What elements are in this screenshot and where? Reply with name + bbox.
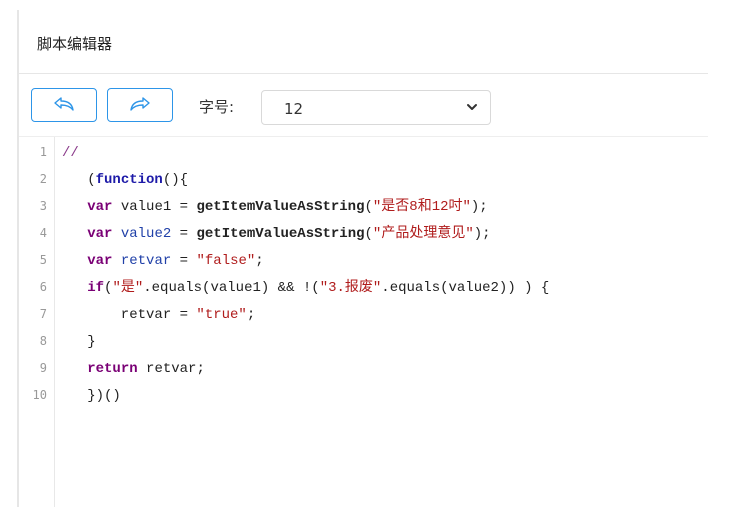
code-token: .equals(value1) && !( [143, 280, 320, 296]
line-number: 10 [32, 388, 47, 402]
keyword-token: var [87, 226, 113, 242]
string-token: "是" [112, 280, 144, 296]
undo-button[interactable] [31, 88, 97, 122]
code-token: = [171, 226, 197, 242]
code-line: return retvar; [62, 356, 205, 383]
redo-icon [130, 97, 150, 111]
code-token: ); [470, 199, 488, 215]
undo-icon [54, 97, 74, 111]
code-token: value1 = [112, 199, 197, 215]
title-bar: 脚本编辑器 [19, 0, 708, 74]
script-editor-panel: 脚本编辑器 字号: 12 1 2 3 4 5 6 7 8 9 10 // (fu… [19, 0, 708, 519]
code-line: var value1 = getItemValueAsString("是否8和1… [62, 194, 488, 221]
code-token: .equals(value2)) ) { [381, 280, 550, 296]
code-line: retvar = "true"; [62, 302, 255, 329]
code-token: })() [62, 388, 121, 404]
line-number: 6 [39, 280, 47, 294]
code-token: } [62, 334, 96, 350]
code-token: ( [62, 172, 96, 188]
code-line: var value2 = getItemValueAsString("产品处理意… [62, 221, 491, 248]
variable-token: retvar [120, 253, 172, 269]
keyword-token: var [87, 253, 113, 269]
line-number: 2 [39, 172, 47, 186]
keyword-token: var [87, 199, 113, 215]
page-title: 脚本编辑器 [37, 35, 113, 53]
line-number: 7 [39, 307, 47, 321]
string-token: "是否8和12吋" [372, 199, 471, 215]
code-line: })() [62, 383, 121, 410]
code-token: ( [364, 226, 373, 242]
line-number: 4 [39, 226, 47, 240]
string-token: "3.报废" [319, 280, 382, 296]
code-line: if("是".equals(value1) && !("3.报废".equals… [62, 275, 549, 302]
code-line: } [62, 329, 96, 356]
code-token: retvar = [62, 307, 197, 323]
code-editor[interactable]: 1 2 3 4 5 6 7 8 9 10 // (function(){ var… [19, 137, 708, 507]
font-size-label: 字号: [199, 98, 235, 116]
code-token: ( [364, 199, 373, 215]
function-token: getItemValueAsString [196, 226, 365, 242]
function-token: getItemValueAsString [196, 199, 365, 215]
variable-token: value2 [120, 226, 172, 242]
line-number-gutter: 1 2 3 4 5 6 7 8 9 10 [19, 137, 55, 507]
comment-token: // [62, 145, 79, 161]
code-line: // [62, 140, 79, 167]
code-line: var retvar = "false"; [62, 248, 264, 275]
code-line: (function(){ [62, 167, 188, 194]
line-number: 8 [39, 334, 47, 348]
line-number: 3 [39, 199, 47, 213]
code-token: (){ [162, 172, 189, 188]
font-size-select[interactable]: 12 [261, 90, 491, 125]
keyword-token: return [87, 361, 138, 377]
line-number: 9 [39, 361, 47, 375]
code-token: ); [473, 226, 491, 242]
keyword-token: function [95, 172, 163, 188]
redo-button[interactable] [107, 88, 173, 122]
string-token: "false" [196, 253, 256, 269]
line-number: 1 [39, 145, 47, 159]
keyword-token: if [87, 280, 105, 296]
font-size-value: 12 [284, 100, 304, 118]
line-number: 5 [39, 253, 47, 267]
code-token: ; [246, 307, 256, 323]
code-token: retvar; [137, 361, 205, 377]
editor-toolbar: 字号: 12 [19, 74, 708, 137]
code-area[interactable]: // (function(){ var value1 = getItemValu… [62, 137, 702, 473]
string-token: "true" [196, 307, 247, 323]
code-token: = [171, 253, 197, 269]
chevron-down-icon [467, 104, 477, 110]
code-token: ; [255, 253, 264, 269]
string-token: "产品处理意见" [372, 226, 474, 242]
